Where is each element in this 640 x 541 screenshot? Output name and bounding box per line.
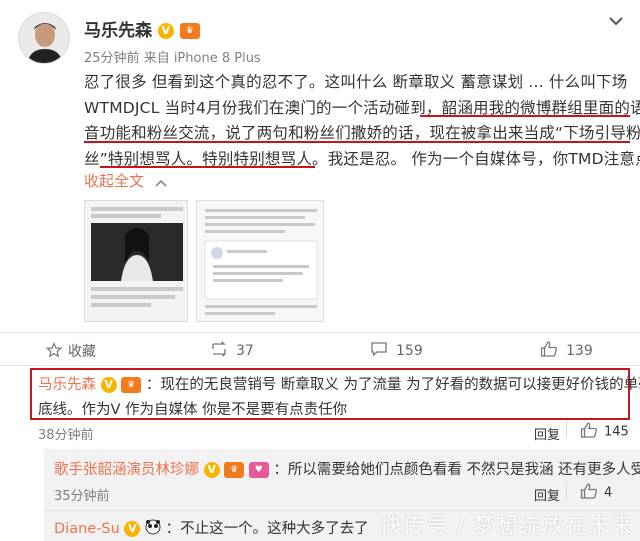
weibo-post-screen: 马乐先森 V ♛ 25分钟前 来自 iPhone 8 Plus 忍了很多 但看到… <box>0 0 640 541</box>
post-image-2[interactable] <box>196 200 324 322</box>
comment-2-reply-button[interactable]: 回复 <box>534 485 560 504</box>
comment-2-time: 35分钟前 <box>54 489 110 504</box>
annotation-underline <box>100 166 315 168</box>
comment-1-like-count: 145 <box>604 424 629 440</box>
comment-1-time: 38分钟前 <box>38 428 94 443</box>
verified-v-icon: V <box>203 462 220 478</box>
panda-badge-icon <box>145 519 161 539</box>
comment-3-line: Diane-Su V ：不止这一个。这种大多了去了 <box>54 517 369 539</box>
post-time: 25分钟前 <box>84 51 140 66</box>
comment-1-reply-button[interactable]: 回复 <box>534 424 560 443</box>
commenter-name[interactable]: 歌手张韶涵演员林珍娜 <box>54 462 199 478</box>
vip-level-icon: ♛ <box>179 23 200 39</box>
watermark: 快传号 / 梦想绽放在未来 <box>379 514 634 539</box>
action-divider <box>566 482 567 500</box>
vip-level-icon: ♛ <box>224 462 245 478</box>
heart-badge-icon: ♥ <box>248 462 269 478</box>
annotation-underline <box>84 141 630 143</box>
verified-v-icon: V <box>157 23 174 39</box>
image-screenshot <box>197 201 323 321</box>
commenter-name[interactable]: 马乐先森 <box>38 377 96 393</box>
author-name-row[interactable]: 马乐先森 V ♛ <box>84 16 200 41</box>
repost-icon <box>210 341 228 361</box>
comment-text: ：不止这一个。这种大多了去了 <box>165 521 369 537</box>
verified-v-icon: V <box>100 377 117 393</box>
thumbs-up-icon <box>540 341 558 361</box>
comment-count: 159 <box>396 343 423 359</box>
comment-2-like-count: 4 <box>604 485 613 501</box>
repost-count: 37 <box>236 343 254 359</box>
post-text-line-3: 音功能和粉丝交流，说了两句和粉丝们撒娇的话，现在被拿出来当成“下场引导粉 <box>84 124 640 142</box>
star-icon <box>45 342 63 362</box>
vip-level-icon: ♛ <box>121 377 142 393</box>
comment-text: ：所以需要给她们点颜色看看 不然只是我涵 还有更多人受难 <box>273 462 640 478</box>
author-avatar[interactable] <box>18 12 70 64</box>
repost-button[interactable]: 37 <box>210 341 254 361</box>
comment-text: ：现在的无良营销号 断章取义 为了流量 为了好看的数据可以接更好价钱的单毫无 <box>145 377 640 393</box>
post-source: 来自 iPhone 8 Plus <box>143 51 261 66</box>
action-divider <box>566 420 567 438</box>
favorite-button[interactable]: 收藏 <box>45 341 96 362</box>
thumbs-up-icon <box>580 483 598 503</box>
favorite-label: 收藏 <box>68 344 96 360</box>
image-photo <box>85 201 187 321</box>
avatar-image <box>19 13 69 63</box>
annotation-underline <box>420 115 630 117</box>
post-image-1[interactable] <box>84 200 188 322</box>
comment-1-line-2: 底线。作为V 作为自媒体 你是不是要有点责任你 <box>38 402 348 418</box>
verified-v-icon: V <box>124 521 141 537</box>
collapse-label[interactable]: 收起全文 <box>84 172 144 190</box>
thumbs-up-icon <box>580 422 598 442</box>
comment-button[interactable]: 159 <box>370 341 423 361</box>
comment-2-like-button[interactable]: 4 <box>580 483 612 503</box>
post-text-line-1: 忍了很多 但看到这个真的忍不了。这叫什么 断章取义 蓄意谋划 ... 什么叫下场 <box>84 73 628 91</box>
commenter-name[interactable]: Diane-Su <box>54 521 120 537</box>
comment-icon <box>370 341 388 361</box>
comment-1-line-1: 马乐先森 V ♛ ：现在的无良营销号 断章取义 为了流量 为了好看的数据可以接更… <box>38 373 640 394</box>
comment-1-like-button[interactable]: 145 <box>580 422 629 442</box>
author-name[interactable]: 马乐先森 <box>84 21 152 41</box>
chevron-up-icon <box>155 173 167 191</box>
chevron-down-icon[interactable] <box>608 12 624 31</box>
like-button[interactable]: 139 <box>540 341 593 361</box>
like-count: 139 <box>566 343 593 359</box>
comment-2-line: 歌手张韶涵演员林珍娜 V ♛ ♥ ：所以需要给她们点颜色看看 不然只是我涵 还有… <box>54 458 640 479</box>
post-meta: 25分钟前 来自 iPhone 8 Plus <box>84 47 261 66</box>
action-bar: 收藏 37 159 139 <box>0 332 640 366</box>
collapse-link[interactable]: 收起全文 <box>84 170 167 191</box>
